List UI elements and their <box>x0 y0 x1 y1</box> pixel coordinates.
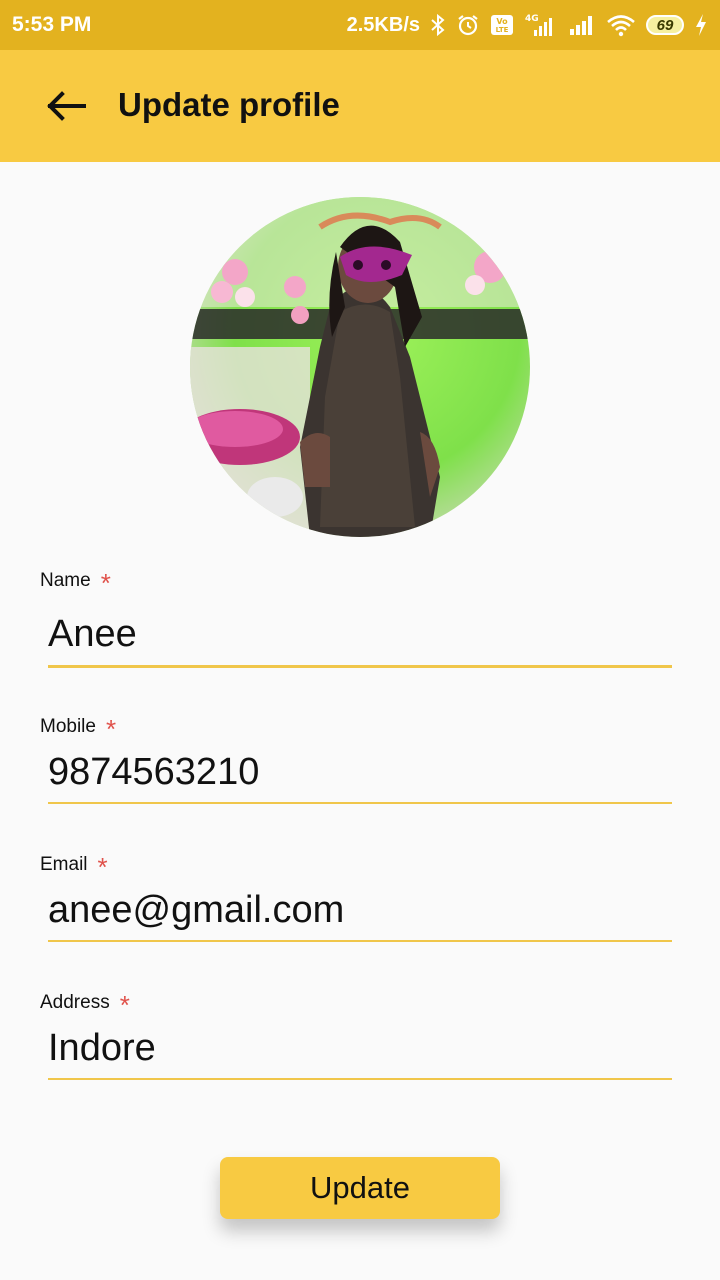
mobile-label: Mobile * <box>40 708 116 744</box>
address-label: Address * <box>40 984 130 1020</box>
arrow-back-icon <box>47 91 86 121</box>
charging-icon <box>694 13 708 37</box>
email-label-text: Email <box>40 854 88 875</box>
bluetooth-icon <box>430 13 446 37</box>
address-label-text: Address <box>40 992 110 1013</box>
signal-icon <box>568 13 596 37</box>
mobile-underline <box>48 802 672 804</box>
email-field[interactable]: anee@gmail.com <box>48 880 672 940</box>
profile-photo <box>190 197 530 537</box>
status-time: 5:53 PM <box>12 13 92 36</box>
page-title: Update profile <box>118 86 340 123</box>
required-star: * <box>119 990 130 1020</box>
mobile-label-text: Mobile <box>40 716 96 737</box>
battery-icon: 69 <box>646 15 684 35</box>
svg-text:Vo: Vo <box>496 17 508 26</box>
required-star: * <box>105 714 117 744</box>
svg-text:4G: 4G <box>525 14 539 24</box>
profile-avatar[interactable] <box>190 197 530 537</box>
address-underline <box>48 1078 672 1080</box>
wifi-icon <box>606 13 636 37</box>
name-underline <box>48 665 672 668</box>
required-star: * <box>100 568 111 598</box>
mobile-field[interactable]: 9874563210 <box>48 742 672 802</box>
back-button[interactable] <box>44 86 88 126</box>
name-label-text: Name <box>40 570 91 591</box>
alarm-icon <box>456 13 480 37</box>
required-star: * <box>97 852 108 882</box>
status-bar: 5:53 PM 2.5KB/s Vo LTE 4G 69 <box>0 0 720 50</box>
name-field[interactable]: Anee <box>48 604 672 664</box>
email-label: Email * <box>40 846 108 882</box>
app-bar: Update profile <box>0 50 720 162</box>
address-field[interactable]: Indore <box>48 1018 672 1078</box>
signal-4g-icon: 4G <box>524 12 558 38</box>
email-underline <box>48 940 672 942</box>
network-speed: 2.5KB/s <box>346 13 420 36</box>
volte-icon: Vo LTE <box>490 13 514 37</box>
update-button[interactable]: Update <box>220 1157 500 1219</box>
svg-text:LTE: LTE <box>496 26 509 34</box>
name-label: Name * <box>40 562 111 598</box>
status-icons: 2.5KB/s Vo LTE 4G 69 <box>347 12 708 38</box>
